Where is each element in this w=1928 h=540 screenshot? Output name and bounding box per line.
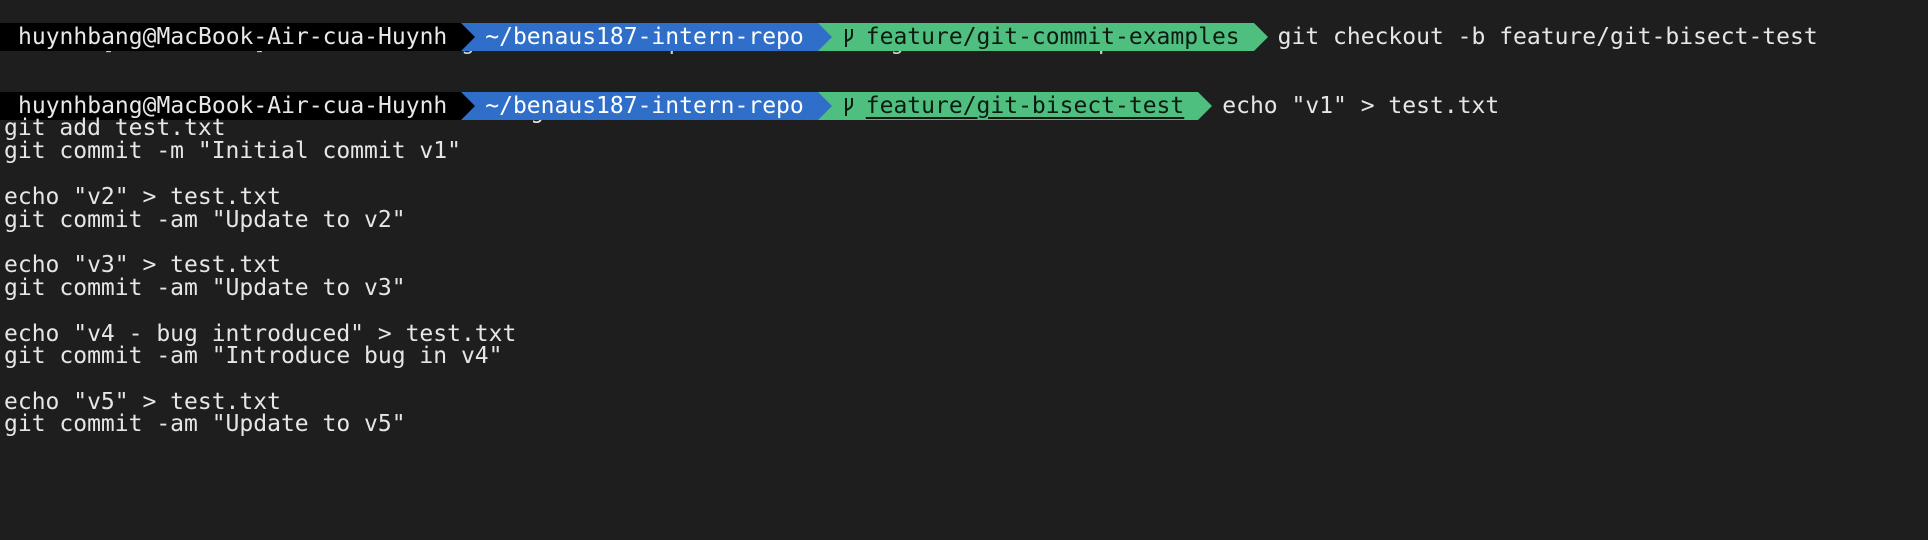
prompt-user-segment: huynhbang@MacBook-Air-cua-Huynh: [0, 23, 476, 51]
command-text: echo "v1" > test.txt: [1222, 93, 1500, 119]
segment-arrow-icon: [817, 92, 832, 120]
prompt-command[interactable]: echo "v1" > test.txt: [1198, 92, 1499, 120]
prompt-dir-segment: ~/benaus187-intern-repo: [461, 92, 832, 120]
prompt-line-1: huynhbang@MacBook-Air-cua-Huynh ~/benaus…: [0, 23, 1818, 51]
terminal-window[interactable]: * [new branch] feature/git-commit-exampl…: [0, 0, 1928, 540]
prompt-branch: feature/git-commit-examples: [865, 24, 1240, 50]
terminal-input-line: git commit -am "Update to v2": [4, 206, 406, 234]
segment-arrow-icon: [461, 92, 476, 120]
prompt-dir: ~/benaus187-intern-repo: [485, 93, 804, 119]
segment-arrow-icon: [1253, 23, 1268, 51]
input-text: git commit -am "Update to v2": [4, 207, 406, 233]
input-text: git commit -m "Initial commit v1": [4, 138, 461, 164]
prompt-dir-segment: ~/benaus187-intern-repo: [461, 23, 832, 51]
terminal-input-line: git commit -m "Initial commit v1": [4, 137, 461, 165]
terminal-input-line: git commit -am "Update to v5": [4, 410, 406, 438]
terminal-input-line: git commit -am "Introduce bug in v4": [4, 342, 503, 370]
input-text: git commit -am "Update to v3": [4, 275, 406, 301]
segment-arrow-icon: [461, 23, 476, 51]
prompt-dir: ~/benaus187-intern-repo: [485, 24, 804, 50]
prompt-branch-segment: feature/git-commit-examples: [817, 23, 1268, 51]
git-branch-icon: [844, 98, 853, 116]
segment-arrow-icon: [1198, 92, 1213, 120]
command-text: git checkout -b feature/git-bisect-test: [1277, 24, 1818, 50]
git-branch-icon: [844, 29, 853, 47]
prompt-user: huynhbang@MacBook-Air-cua-Huynh: [18, 24, 448, 50]
prompt-branch: feature/git-bisect-test: [865, 93, 1185, 119]
input-text: git commit -am "Introduce bug in v4": [4, 343, 503, 369]
terminal-input-line: git commit -am "Update to v3": [4, 274, 406, 302]
input-text: git commit -am "Update to v5": [4, 411, 406, 437]
prompt-branch-segment: feature/git-bisect-test: [817, 92, 1213, 120]
segment-arrow-icon: [817, 23, 832, 51]
prompt-command: git checkout -b feature/git-bisect-test: [1254, 23, 1818, 51]
